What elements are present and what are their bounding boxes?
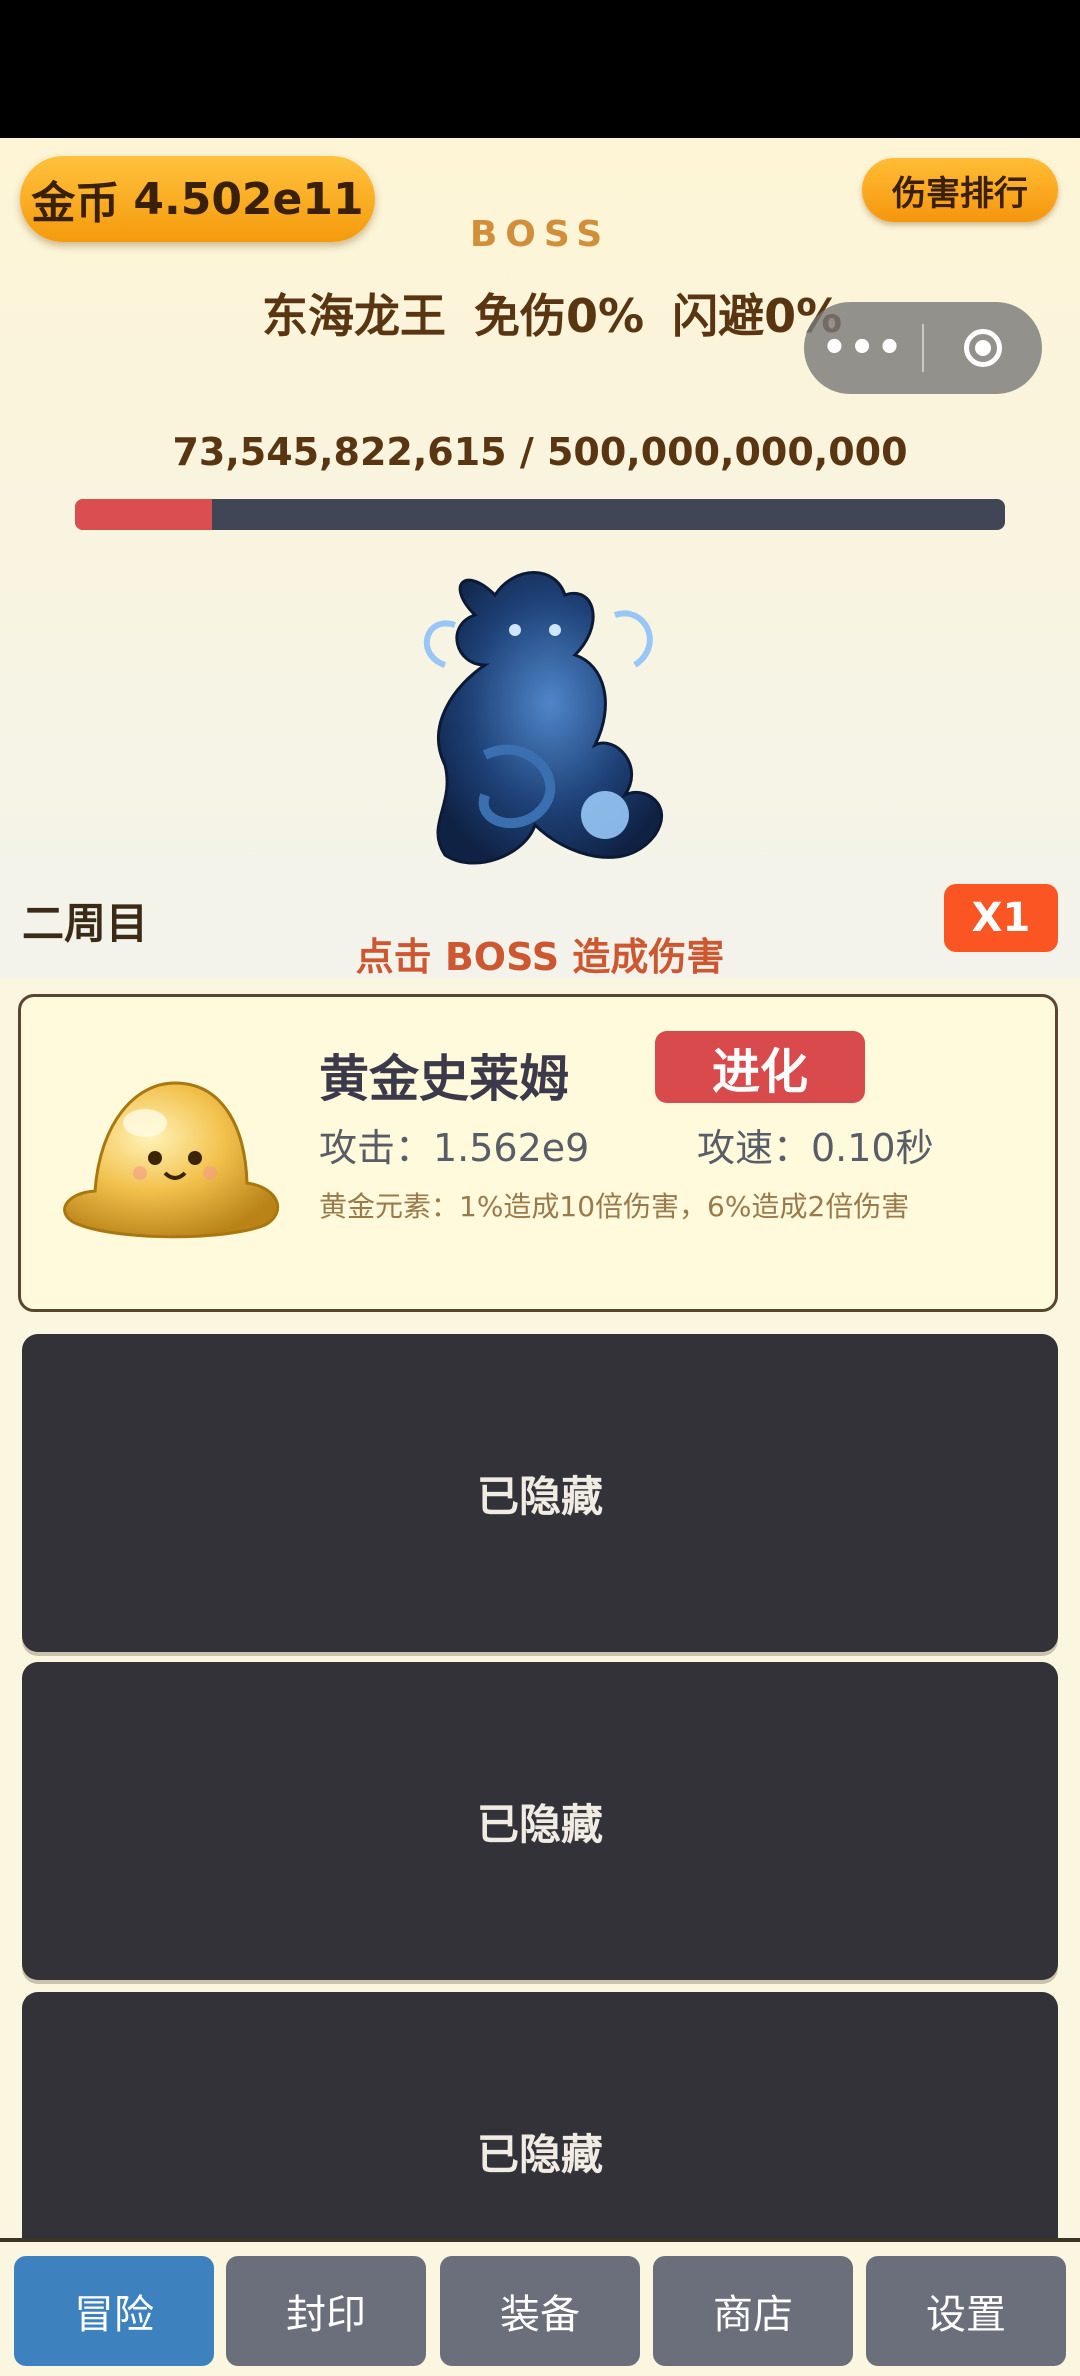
boss-section-label: BOSS	[469, 214, 611, 255]
bottom-nav: 冒险 封印 装备 商店 设置	[0, 2238, 1080, 2376]
boss-dragon-image[interactable]	[385, 555, 685, 895]
pet-skill-description: 黄金元素：1%造成10倍伤害，6%造成2倍伤害	[319, 1190, 910, 1223]
miniprogram-capsule: •••	[804, 302, 1042, 394]
nav-tab-settings[interactable]: 设置	[866, 2256, 1066, 2366]
status-bar	[0, 0, 1080, 138]
hidden-pet-slot[interactable]: 已隐藏	[22, 1662, 1058, 1980]
boss-damage-reduction: 免伤0%	[474, 289, 645, 343]
more-dots-icon[interactable]: •••	[804, 325, 922, 371]
nav-tab-adventure[interactable]: 冒险	[14, 2256, 214, 2366]
boss-hp-fill	[75, 499, 212, 530]
boss-info: 东海龙王 免伤0% 闪避0%	[262, 280, 870, 346]
boss-hp-bar	[75, 499, 1005, 530]
pet-card: 黄金史莱姆 进化 攻击：1.562e9 攻速：0.10秒 黄金元素：1%造成10…	[18, 994, 1058, 1312]
target-close-icon[interactable]	[924, 329, 1042, 367]
nav-tab-shop[interactable]: 商店	[653, 2256, 853, 2366]
pet-attack-speed: 攻速：0.10秒	[697, 1126, 934, 1170]
tap-boss-hint: 点击 BOSS 造成伤害	[355, 935, 725, 979]
pet-attack: 攻击：1.562e9	[319, 1126, 590, 1170]
golden-slime-image	[63, 1081, 280, 1239]
pet-name: 黄金史莱姆	[319, 1050, 569, 1108]
boss-name: 东海龙王	[262, 289, 446, 343]
damage-ranking-button[interactable]: 伤害排行	[862, 158, 1058, 222]
evolve-button[interactable]: 进化	[655, 1031, 865, 1103]
hidden-pet-slot[interactable]: 已隐藏	[22, 1334, 1058, 1652]
nav-tab-equipment[interactable]: 装备	[440, 2256, 640, 2366]
nav-tab-seal[interactable]: 封印	[226, 2256, 426, 2366]
boss-hp-text: 73,545,822,615 / 500,000,000,000	[172, 430, 908, 474]
